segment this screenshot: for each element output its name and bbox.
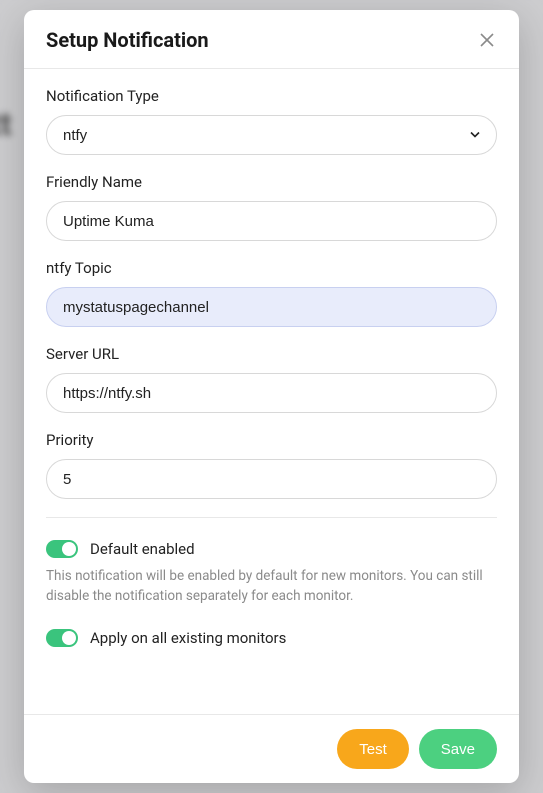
save-button[interactable]: Save xyxy=(419,729,497,769)
label-notification-type: Notification Type xyxy=(46,87,497,105)
modal-body: Notification Type ntfy Friendly Name ntf… xyxy=(24,69,519,714)
modal-footer: Test Save xyxy=(24,714,519,783)
input-ntfy-topic[interactable] xyxy=(46,287,497,327)
field-server-url: Server URL xyxy=(46,345,497,413)
label-server-url: Server URL xyxy=(46,345,497,363)
close-button[interactable] xyxy=(477,30,497,50)
divider xyxy=(46,517,497,518)
select-notification-type[interactable]: ntfy xyxy=(46,115,497,155)
label-friendly-name: Friendly Name xyxy=(46,173,497,191)
input-friendly-name[interactable] xyxy=(46,201,497,241)
toggle-row-apply-all: Apply on all existing monitors xyxy=(46,629,497,647)
field-ntfy-topic: ntfy Topic xyxy=(46,259,497,327)
input-priority[interactable] xyxy=(46,459,497,499)
toggle-apply-all[interactable] xyxy=(46,629,78,647)
field-notification-type: Notification Type ntfy xyxy=(46,87,497,155)
toggle-label-default-enabled: Default enabled xyxy=(90,540,195,558)
select-wrap-notification-type: ntfy xyxy=(46,115,497,155)
close-icon xyxy=(479,32,495,48)
modal-title: Setup Notification xyxy=(46,28,209,52)
field-priority: Priority xyxy=(46,431,497,499)
label-ntfy-topic: ntfy Topic xyxy=(46,259,497,277)
toggle-label-apply-all: Apply on all existing monitors xyxy=(90,629,286,647)
toggle-desc-default-enabled: This notification will be enabled by def… xyxy=(46,566,497,607)
setup-notification-modal: Setup Notification Notification Type ntf… xyxy=(24,10,519,783)
field-friendly-name: Friendly Name xyxy=(46,173,497,241)
toggle-default-enabled[interactable] xyxy=(46,540,78,558)
label-priority: Priority xyxy=(46,431,497,449)
toggle-row-default-enabled: Default enabled xyxy=(46,540,497,558)
modal-header: Setup Notification xyxy=(24,10,519,69)
test-button[interactable]: Test xyxy=(337,729,409,769)
input-server-url[interactable] xyxy=(46,373,497,413)
